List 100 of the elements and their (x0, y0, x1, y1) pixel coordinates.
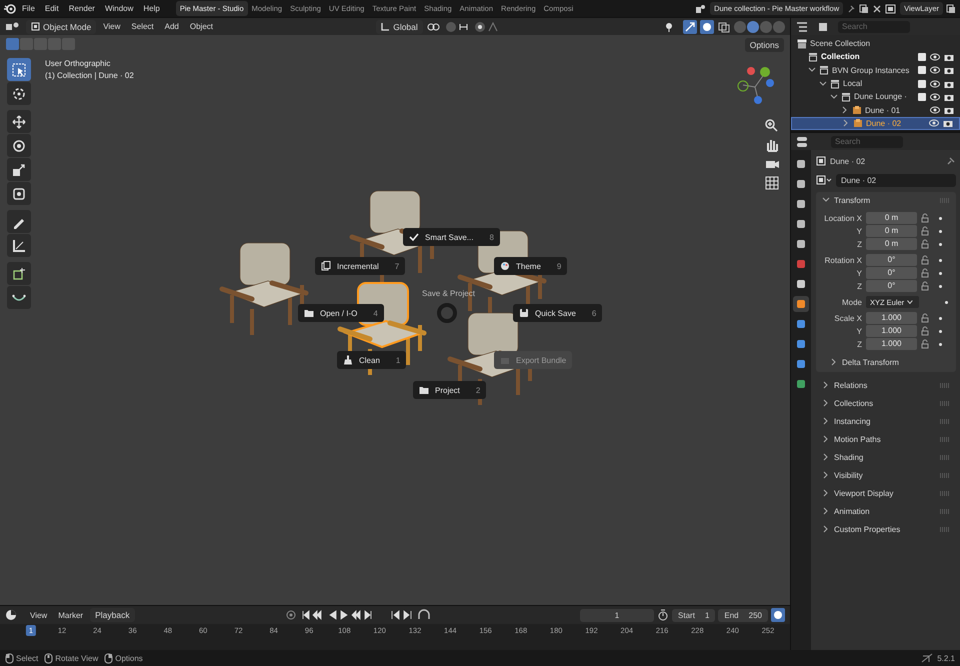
panel-header[interactable]: Custom Properties (816, 521, 956, 537)
start-frame-field[interactable]: Start 1 (672, 608, 716, 622)
number-field[interactable]: 0° (866, 280, 917, 292)
zoom-icon[interactable] (764, 118, 780, 134)
panel-header[interactable]: Animation (816, 503, 956, 519)
menu-item[interactable]: Render (64, 2, 99, 15)
search-field[interactable]: Search (838, 20, 910, 32)
scene-icon[interactable] (695, 4, 708, 14)
shading-mode-button[interactable] (746, 20, 759, 32)
view-layer-icon[interactable] (885, 4, 898, 14)
tool-button[interactable] (7, 262, 31, 285)
collapsed-caret-icon[interactable] (822, 381, 830, 389)
record-icon[interactable] (284, 609, 298, 621)
blender-logo-icon[interactable] (4, 4, 16, 14)
lock-icon[interactable] (921, 326, 929, 336)
pin-icon[interactable] (946, 156, 956, 166)
tool-button[interactable] (7, 234, 31, 257)
panel-header[interactable]: Shading (816, 449, 956, 465)
collapsed-caret-icon[interactable] (822, 435, 830, 443)
number-field[interactable]: 1.000 (866, 312, 917, 324)
x-ray-icon[interactable] (716, 20, 731, 32)
expanded-caret-icon[interactable] (819, 80, 827, 88)
tool-button[interactable] (7, 182, 31, 205)
end-frame-field[interactable]: End 250 (718, 608, 768, 622)
pie-menu-item[interactable]: Project 2 (413, 381, 486, 399)
menu-item[interactable]: Select (127, 20, 158, 33)
pin-icon[interactable] (846, 4, 856, 14)
auto-keying-icon[interactable] (416, 609, 431, 621)
keyframe-dot-icon[interactable] (939, 342, 942, 346)
eye-icon[interactable] (930, 52, 940, 61)
lock-icon[interactable] (921, 226, 929, 236)
lock-icon[interactable] (921, 281, 929, 291)
eye-icon[interactable] (930, 66, 940, 74)
number-field[interactable]: 1.000 (866, 325, 917, 337)
panel-header[interactable]: Visibility (816, 467, 956, 483)
tool-button[interactable] (7, 134, 31, 157)
keyframe-jump-icon[interactable] (390, 609, 414, 621)
lock-icon[interactable] (921, 313, 929, 323)
current-frame-field[interactable]: 1 (580, 608, 654, 622)
outliner-item-label[interactable]: Dune · 01 (865, 106, 900, 115)
camera-icon[interactable] (944, 106, 954, 114)
keyframe-dot-icon[interactable] (939, 216, 942, 220)
collapsed-caret-icon[interactable] (841, 106, 849, 114)
panel-header[interactable]: Collections (816, 395, 956, 411)
subpanel-header[interactable]: Delta Transform (820, 354, 952, 370)
number-field[interactable]: 0° (866, 254, 917, 266)
eye-icon[interactable] (929, 119, 939, 128)
lock-icon[interactable] (921, 339, 929, 349)
overlay-toggle-icon[interactable] (700, 20, 714, 34)
keyframe-dot-icon[interactable] (939, 258, 942, 262)
outliner-item-label[interactable]: Local (843, 79, 862, 88)
tool-button[interactable] (7, 210, 31, 233)
camera-icon[interactable] (943, 119, 953, 128)
pie-menu-item[interactable]: Theme 9 (494, 257, 568, 275)
collapsed-caret-icon[interactable] (842, 119, 850, 128)
pie-menu-item[interactable]: Smart Save... 8 (403, 228, 500, 246)
lock-icon[interactable] (921, 255, 929, 265)
collapsed-caret-icon[interactable] (822, 525, 830, 533)
object-name-field[interactable]: Dune · 02 (836, 174, 956, 186)
number-field[interactable]: 0 m (866, 238, 917, 250)
keyframe-dot-icon[interactable] (939, 242, 942, 246)
expanded-caret-icon[interactable] (808, 66, 816, 74)
menu-item[interactable]: View (26, 608, 52, 622)
checkbox[interactable] (918, 52, 926, 61)
tool-button[interactable] (7, 82, 31, 105)
duplicate-icon[interactable] (946, 4, 956, 14)
checkbox[interactable] (918, 92, 926, 101)
tool-button[interactable] (7, 286, 31, 309)
keyframe-dot-icon[interactable] (939, 272, 942, 274)
eye-icon[interactable] (930, 80, 940, 88)
search-field[interactable]: Search (831, 136, 903, 148)
outliner-item-label[interactable]: Dune Lounge · (854, 92, 907, 102)
outliner-row[interactable]: Dune · 01 (791, 103, 960, 117)
keyframe-dot-icon[interactable] (939, 284, 942, 288)
checkbox[interactable] (918, 66, 926, 74)
menu-item[interactable]: File (18, 2, 39, 15)
tool-button[interactable] (7, 158, 31, 181)
number-field[interactable]: 0 m (866, 212, 917, 224)
collapsed-caret-icon[interactable] (822, 507, 830, 515)
collapsed-caret-icon[interactable] (822, 489, 830, 497)
panel-header[interactable]: Relations (816, 377, 956, 393)
checkbox[interactable] (918, 80, 926, 88)
keyframe-dot-icon[interactable] (945, 300, 948, 304)
orientation-dropdown[interactable]: Global (376, 20, 423, 34)
menu-item[interactable]: View (99, 20, 124, 33)
lock-icon[interactable] (921, 239, 929, 249)
camera-icon[interactable] (944, 80, 954, 88)
panel-header[interactable]: Transform (816, 192, 956, 208)
keyframe-dot-icon[interactable] (939, 230, 942, 232)
gizmo-toggle-icon[interactable] (682, 20, 697, 34)
panel-header[interactable]: Viewport Display (816, 485, 956, 501)
pie-menu-item[interactable]: Clean 1 (337, 351, 406, 369)
grid-icon[interactable] (764, 175, 780, 191)
number-field[interactable]: 1.000 (866, 338, 917, 350)
menu-item[interactable]: Add (160, 20, 183, 33)
outliner-row[interactable]: Dune · 02 (791, 116, 960, 130)
outliner-item-label[interactable]: Collection (821, 52, 860, 62)
outliner-item-label[interactable]: Dune · 02 (866, 118, 902, 128)
collapsed-caret-icon[interactable] (822, 471, 830, 479)
tool-button[interactable] (7, 58, 31, 81)
